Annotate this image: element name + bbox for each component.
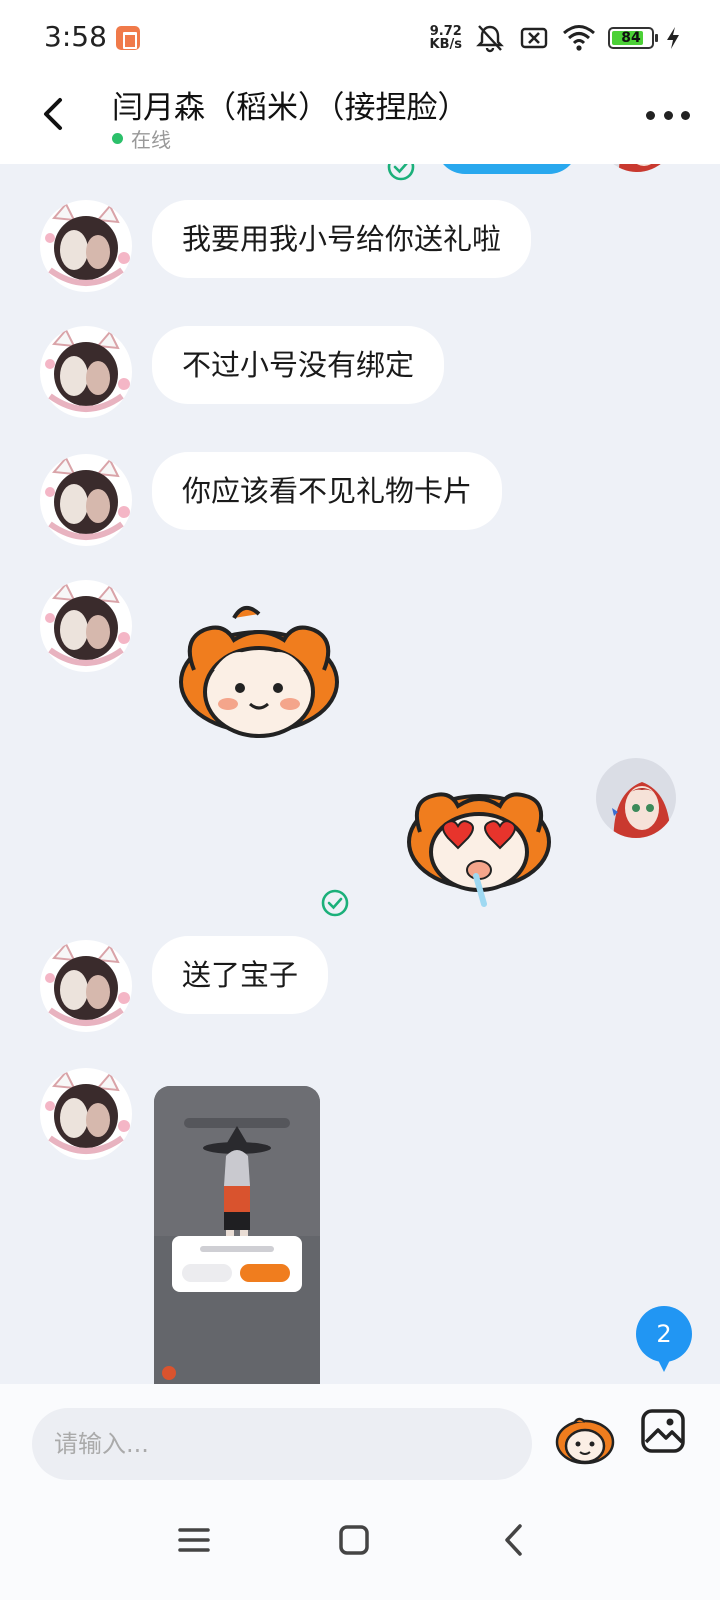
avatar-image: [40, 940, 132, 1032]
app-notification-icon: [116, 26, 140, 50]
net-speed-unit: KB/s: [429, 37, 462, 52]
my-avatar[interactable]: [598, 164, 676, 172]
avatar-image: [40, 580, 132, 672]
contact-avatar[interactable]: [40, 940, 132, 1032]
battery-icon: 84: [608, 27, 658, 49]
heart-eyes-mascot-sticker[interactable]: [404, 772, 554, 912]
net-speed: 9.72 KB/s: [430, 25, 462, 51]
avatar-image: [40, 200, 132, 292]
chat-title: 闫月森（稻米）（接捏脸）: [112, 90, 469, 126]
online-status-label: 在线: [131, 128, 171, 152]
message-bubble[interactable]: 送了宝子: [152, 936, 329, 1014]
wifi-icon: [563, 25, 595, 51]
read-check-icon: [387, 164, 415, 181]
menu-icon[interactable]: [170, 1516, 218, 1564]
avatar-image: [596, 758, 676, 838]
battery-level: 84: [621, 30, 641, 46]
message-input[interactable]: [32, 1408, 532, 1480]
chat-header: 闫月森（稻米）（接捏脸） 在线: [0, 76, 720, 164]
avatar-image: [40, 326, 132, 418]
contact-avatar[interactable]: [40, 326, 132, 418]
input-bar: [0, 1384, 720, 1484]
outgoing-bubble-partial[interactable]: [436, 164, 578, 174]
more-dot-icon: [663, 110, 673, 120]
no-sim-icon: [520, 27, 548, 49]
avatar-image: [40, 454, 132, 546]
status-icons: 9.72 KB/s 84: [430, 22, 680, 54]
my-avatar[interactable]: [596, 758, 676, 838]
back-nav-icon[interactable]: [490, 1516, 538, 1564]
more-options-button[interactable]: [646, 100, 690, 130]
more-dot-icon: [646, 110, 655, 120]
avatar-image: [40, 1068, 132, 1160]
contact-avatar[interactable]: [40, 1068, 132, 1160]
message-bubble[interactable]: 不过小号没有绑定: [152, 326, 445, 404]
sticker-button[interactable]: [554, 1408, 616, 1470]
status-time: 3:58: [44, 20, 107, 53]
gift-screenshot-thumbnail[interactable]: [154, 1086, 320, 1384]
message-bubble[interactable]: 你应该看不见礼物卡片: [152, 452, 503, 530]
contact-avatar[interactable]: [40, 580, 132, 672]
image-picker-button[interactable]: [638, 1406, 688, 1456]
read-check-icon: [321, 889, 349, 917]
charging-icon: [667, 27, 679, 49]
mute-icon: [476, 25, 504, 53]
online-dot-icon: [112, 133, 123, 144]
contact-avatar[interactable]: [40, 200, 132, 292]
home-icon[interactable]: [330, 1516, 378, 1564]
smiling-mascot-sticker[interactable]: [174, 600, 344, 750]
status-bar: 3:58 9.72 KB/s 84: [0, 0, 720, 76]
contact-avatar[interactable]: [40, 454, 132, 546]
system-nav-bar: [0, 1484, 720, 1600]
back-button[interactable]: [30, 90, 78, 138]
message-bubble[interactable]: 我要用我小号给你送礼啦: [152, 200, 532, 278]
chevron-left-icon: [44, 98, 62, 130]
unread-count-badge[interactable]: 2: [636, 1306, 692, 1372]
online-status: 在线: [112, 124, 171, 153]
more-dot-icon: [681, 110, 690, 120]
message-list[interactable]: 我要用我小号给你送礼啦 不过小号没有绑定 你应该看不见礼物卡片 送了宝子 2: [0, 164, 720, 1384]
avatar-image: [598, 164, 676, 172]
image-content: [154, 1086, 320, 1384]
